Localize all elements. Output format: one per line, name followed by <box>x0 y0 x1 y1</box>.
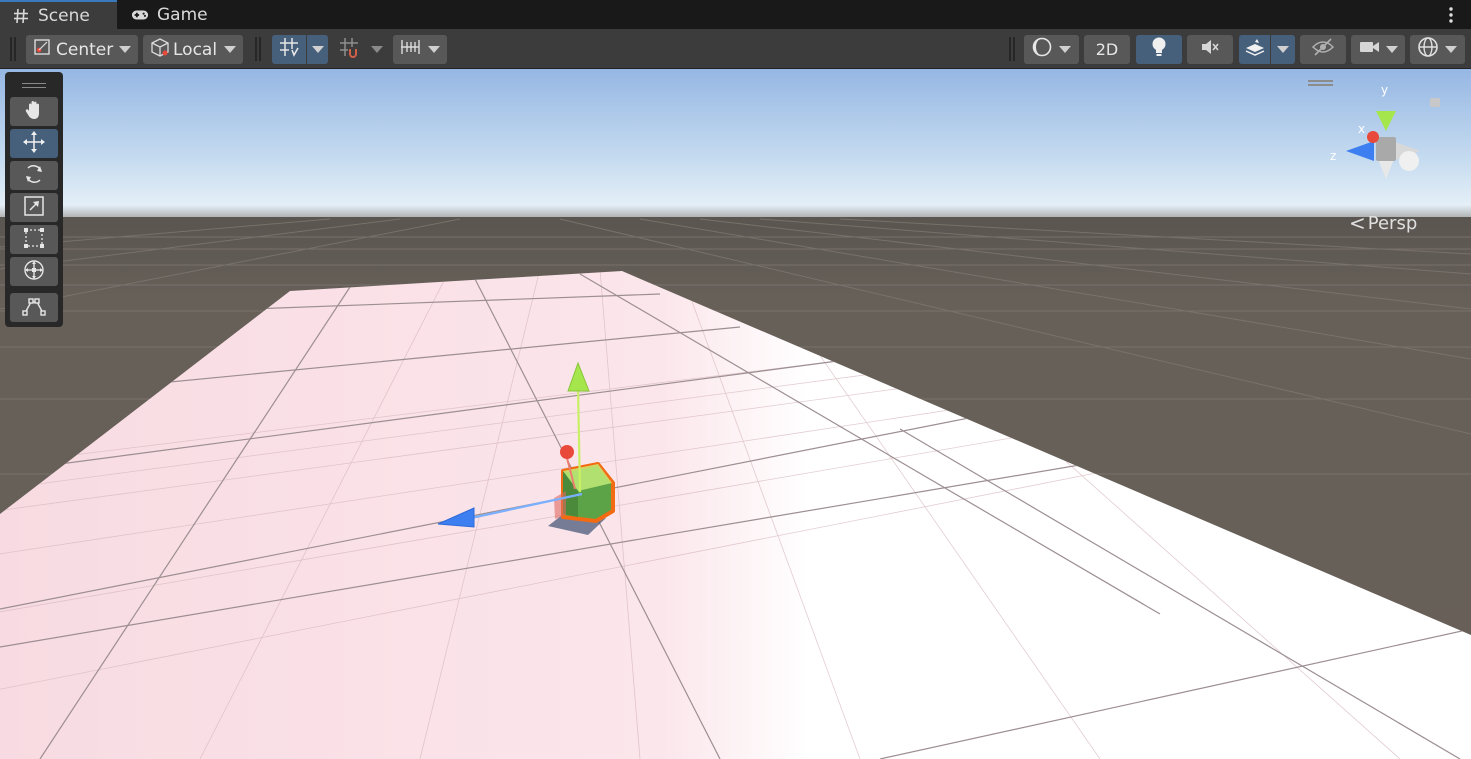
scale-icon <box>22 194 46 222</box>
tab-game-label: Game <box>157 4 208 25</box>
tab-game[interactable]: Game <box>119 0 241 29</box>
chevron-down-icon <box>1445 46 1457 53</box>
chevron-left-icon: < <box>1349 211 1366 235</box>
chevron-down-icon <box>311 46 324 53</box>
draw-mode-dropdown[interactable] <box>1024 35 1079 64</box>
chevron-down-icon <box>119 46 132 53</box>
scene-view-window: Scene Game Center Local 2D y x z < Persp <box>0 0 1471 759</box>
lightbulb-icon <box>1149 36 1169 63</box>
scene-lighting-toggle[interactable] <box>1136 35 1182 64</box>
camera-icon <box>1359 38 1381 61</box>
chevron-down-icon <box>370 46 383 53</box>
ruler-icon <box>399 37 421 62</box>
gizmo-negz-cap[interactable] <box>1399 151 1419 171</box>
custom-tool-icon <box>22 295 46 321</box>
scene-audio-toggle[interactable] <box>1187 35 1233 64</box>
gizmo-y-label: y <box>1381 83 1389 97</box>
projection-toggle[interactable]: < Persp <box>1349 211 1417 235</box>
rect-tool-button[interactable] <box>10 225 58 254</box>
pivot-center-icon <box>32 37 52 62</box>
2d-mode-toggle[interactable]: 2D <box>1084 35 1130 64</box>
gizmo-x-label: x <box>1358 122 1366 136</box>
layers-effects-icon <box>1244 37 1266 62</box>
grid-snap-icon <box>278 36 300 63</box>
pivot-rotation-label: Local <box>173 39 218 60</box>
tab-scene[interactable]: Scene <box>0 0 117 29</box>
projection-label: Persp <box>1367 212 1418 234</box>
scene-visibility-toggle[interactable] <box>1300 35 1346 64</box>
chevron-down-icon <box>224 46 237 53</box>
hand-icon <box>23 99 45 125</box>
hidden-eye-icon <box>1311 37 1335 62</box>
snap-magnet-icon <box>338 36 360 63</box>
hash-icon <box>12 7 30 25</box>
tab-bar: Scene Game <box>0 0 1471 29</box>
more-options-icon[interactable] <box>1441 5 1461 25</box>
snap-options-dropdown[interactable] <box>366 35 387 64</box>
move-tool-button[interactable] <box>10 129 58 158</box>
tab-scene-label: Scene <box>38 5 90 26</box>
transform-icon <box>22 258 46 286</box>
transform-tool-button[interactable] <box>10 257 58 286</box>
local-cube-icon <box>149 36 171 63</box>
pivot-mode-dropdown[interactable]: Center <box>26 35 138 64</box>
effects-options-dropdown[interactable] <box>1271 35 1295 64</box>
chevron-down-icon <box>1386 46 1398 53</box>
scene-viewport[interactable]: y x z < Persp <box>0 69 1471 759</box>
toolbar-grip[interactable] <box>1009 37 1015 61</box>
rotate-icon <box>22 162 46 190</box>
move-icon <box>22 130 46 158</box>
speaker-muted-icon <box>1199 37 1221 62</box>
rotate-tool-button[interactable] <box>10 161 58 190</box>
lock-icon[interactable] <box>1430 98 1440 107</box>
camera-settings-dropdown[interactable] <box>1351 35 1405 64</box>
scene-render <box>0 69 1471 759</box>
gizmo-center-cube[interactable] <box>1376 137 1396 161</box>
shading-sphere-icon <box>1031 36 1053 63</box>
gizmo-drag-handle[interactable] <box>1308 80 1333 86</box>
x-axis-cap[interactable] <box>560 445 574 459</box>
snap-increment-button[interactable] <box>334 35 364 64</box>
rect-transform-icon <box>22 226 46 254</box>
2d-mode-label: 2D <box>1095 40 1119 59</box>
hand-tool-button[interactable] <box>10 97 58 126</box>
skybox <box>0 69 1471 229</box>
toolbar-grip[interactable] <box>255 37 261 61</box>
overlay-drag-handle[interactable] <box>22 83 46 88</box>
custom-tool-button[interactable] <box>10 293 58 322</box>
grid-options-dropdown[interactable] <box>307 35 328 64</box>
scale-tool-button[interactable] <box>10 193 58 222</box>
gizmo-x-cap[interactable] <box>1367 131 1379 143</box>
toolbar-grip[interactable] <box>10 37 16 61</box>
effects-toggle-button[interactable] <box>1239 35 1270 64</box>
chevron-down-icon <box>1059 46 1071 53</box>
scene-toolbar: Center Local 2D <box>0 29 1471 69</box>
tools-overlay <box>5 72 63 327</box>
gizmo-globe-icon <box>1416 35 1440 64</box>
increment-snap-dropdown[interactable] <box>393 35 447 64</box>
grid-toggle-button[interactable] <box>272 35 306 64</box>
gamepad-icon <box>131 6 149 24</box>
chevron-down-icon <box>428 46 440 53</box>
pivot-mode-label: Center <box>56 39 114 60</box>
chevron-down-icon <box>1277 46 1289 53</box>
gizmo-z-label: z <box>1330 149 1337 163</box>
gizmos-dropdown[interactable] <box>1410 35 1465 64</box>
pivot-rotation-dropdown[interactable]: Local <box>143 35 243 64</box>
